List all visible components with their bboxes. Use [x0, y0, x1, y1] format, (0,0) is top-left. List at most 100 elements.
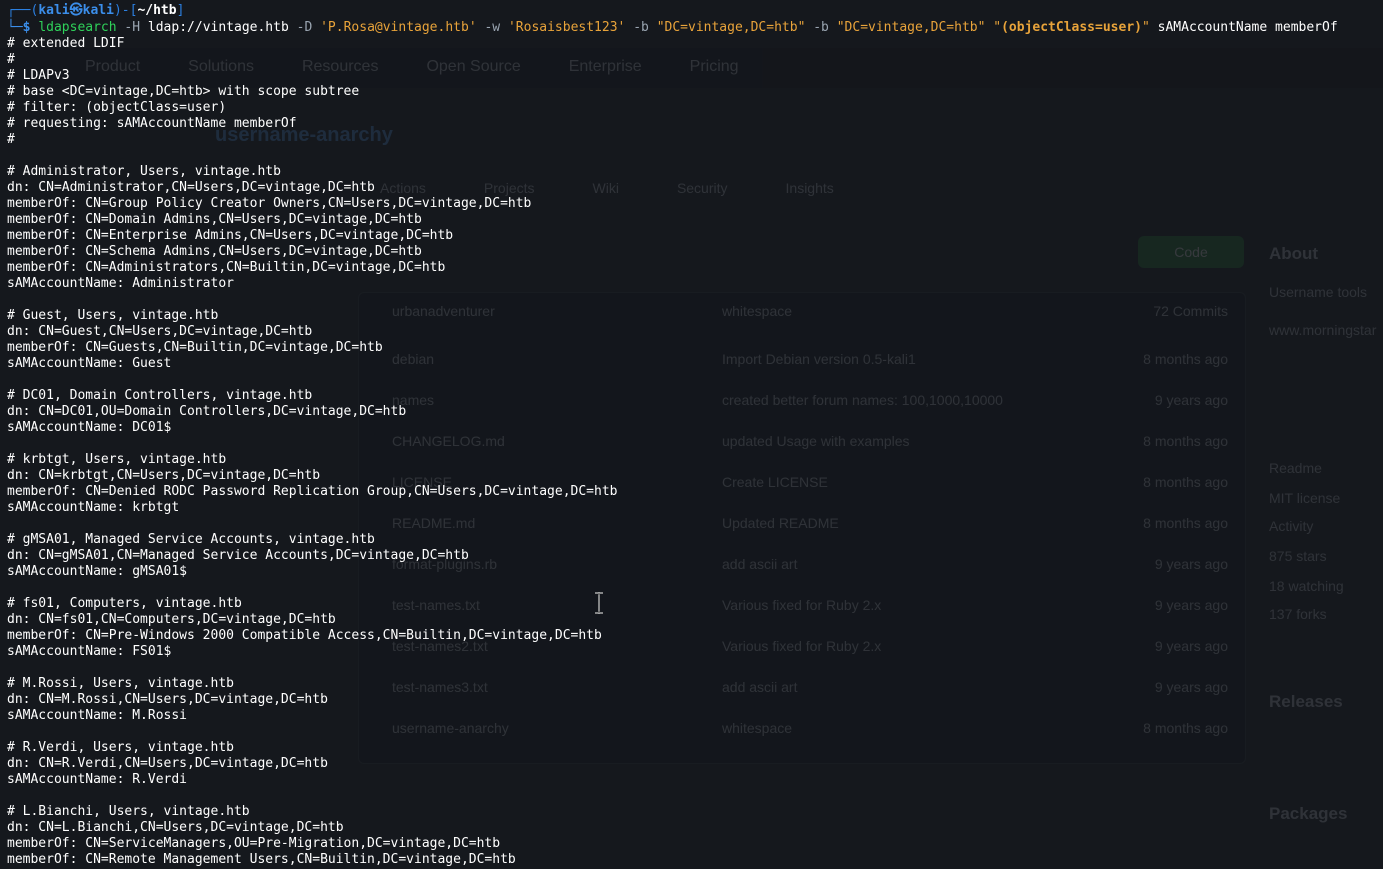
command-flag: -b: [633, 20, 649, 35]
output-line: # gMSA01, Managed Service Accounts, vint…: [7, 532, 375, 547]
output-line: dn: CN=krbtgt,CN=Users,DC=vintage,DC=htb: [7, 468, 321, 483]
ghost-file-row: names created better forum names: 100,100…: [392, 392, 1228, 408]
output-line: memberOf: CN=Domain Admins,CN=Users,DC=v…: [7, 212, 422, 227]
ghost-sidebar-item: Packages: [1269, 804, 1348, 823]
ghost-tab: Projects: [483, 180, 535, 196]
ghost-tab: Wiki: [592, 180, 619, 196]
output-line: sAMAccountName: Administrator: [7, 276, 234, 291]
output-line: dn: CN=R.Verdi,CN=Users,DC=vintage,DC=ht…: [7, 756, 328, 771]
ghost-file-row: test-names3.txt add ascii art 9 years ago: [392, 679, 1228, 695]
output-line: sAMAccountName: M.Rossi: [7, 708, 188, 723]
output-line: memberOf: CN=Enterprise Admins,CN=Users,…: [7, 228, 454, 243]
command-flag: -H: [124, 20, 141, 35]
command-attributes: sAMAccountName memberOf: [1157, 20, 1338, 35]
ghost-tab: Security: [676, 180, 728, 196]
ghost-file-time: 8 months ago: [1143, 433, 1228, 449]
ghost-file-msg: Import Debian version 0.5-kali1: [722, 351, 916, 367]
output-line: dn: CN=Guest,CN=Users,DC=vintage,DC=htb: [7, 324, 313, 339]
ghost-file-name: debian: [392, 351, 435, 367]
output-line: sAMAccountName: gMSA01$: [7, 564, 188, 579]
output-line: sAMAccountName: Guest: [7, 356, 172, 371]
output-line: # requesting: sAMAccountName memberOf: [7, 116, 297, 131]
ghost-file-time: 9 years ago: [1154, 556, 1228, 572]
output-line: sAMAccountName: DC01$: [7, 420, 172, 435]
output-line: dn: CN=DC01,OU=Domain Controllers,DC=vin…: [7, 404, 407, 419]
output-line: #: [7, 52, 15, 67]
ghost-sidebar-item: 137 forks: [1269, 606, 1327, 622]
output-line: # krbtgt, Users, vintage.htb: [7, 452, 227, 467]
output-line: sAMAccountName: R.Verdi: [7, 772, 188, 787]
ghost-file-name: CHANGELOG.md: [392, 433, 505, 449]
command-bind-dn: 'P.Rosa@vintage.htb': [320, 20, 477, 35]
ghost-file-msg: updated Usage with examples: [722, 433, 910, 449]
output-line: memberOf: CN=Denied RODC Password Replic…: [7, 484, 618, 499]
ghost-file-time: 9 years ago: [1154, 679, 1228, 695]
terminal-window[interactable]: Product Solutions Resources Open Source …: [0, 0, 1383, 869]
ghost-nav-item: Pricing: [689, 58, 739, 75]
ghost-file-time: 8 months ago: [1143, 351, 1228, 367]
command-uri: ldap://vintage.htb: [147, 20, 289, 35]
output-line: sAMAccountName: FS01$: [7, 644, 172, 659]
command-filter: (objectClass=user): [1001, 20, 1142, 35]
ghost-file-time: 9 years ago: [1154, 597, 1228, 613]
output-line: memberOf: CN=Guests,CN=Builtin,DC=vintag…: [7, 340, 383, 355]
ghost-tabs: Actions Projects Wiki Security Insights: [380, 180, 834, 196]
ghost-file-time: 8 months ago: [1143, 515, 1228, 531]
ghost-file-name: names: [392, 392, 435, 408]
ghost-file-row: test-names.txt Various fixed for Ruby 2.x…: [392, 597, 1228, 613]
command-base: "DC=vintage,DC=htb": [656, 20, 806, 35]
command-flag: -D: [296, 20, 313, 35]
ghost-file-time: 8 months ago: [1143, 720, 1228, 736]
ghost-file-msg: Updated README: [722, 515, 839, 531]
ghost-file-row: debian Import Debian version 0.5-kali1 8 m…: [392, 351, 1228, 367]
ghost-sidebar-item: www.morningstar: [1269, 322, 1377, 338]
output-line: dn: CN=fs01,CN=Computers,DC=vintage,DC=h…: [7, 612, 336, 627]
output-line: # LDAPv3: [7, 68, 70, 83]
prompt-line: ┌──(kali㉿kali)-[~/htb]: [7, 3, 184, 19]
output-line: # filter: (objectClass=user): [7, 100, 227, 115]
output-line: # DC01, Domain Controllers, vintage.htb: [7, 388, 313, 403]
command-binary: ldapsearch: [38, 20, 117, 35]
ghost-sidebar-item: Username tools: [1269, 284, 1368, 300]
ghost-tab: Actions: [380, 180, 426, 196]
ghost-file-msg: whitespace: [722, 720, 793, 736]
output-line: #: [7, 132, 15, 147]
ghost-file-msg: whitespace: [722, 303, 793, 319]
ghost-file-row: README.md Updated README 8 months ago: [392, 515, 1228, 531]
prompt-user: kali: [38, 3, 70, 18]
command-flag: -w: [484, 20, 501, 35]
ghost-nav-item: Solutions: [188, 58, 254, 75]
ghost-file-time: 9 years ago: [1154, 392, 1228, 408]
ghost-file-msg: Various fixed for Ruby 2.x: [722, 638, 882, 654]
ghost-nav: Product Solutions Resources Open Source …: [85, 58, 739, 76]
command-line[interactable]: └─$ ldapsearch -H ldap://vintage.htb -D …: [7, 20, 1338, 36]
output-line: memberOf: CN=Schema Admins,CN=Users,DC=v…: [7, 244, 422, 259]
prompt-host: kali: [82, 3, 114, 18]
command-filter-quote: ": [1141, 20, 1150, 35]
output-line: memberOf: CN=Pre-Windows 2000 Compatible…: [7, 628, 602, 643]
output-line: # base <DC=vintage,DC=htb> with scope su…: [7, 84, 360, 99]
prompt-mid: )-[: [113, 3, 138, 18]
output-line: # fs01, Computers, vintage.htb: [7, 596, 242, 611]
ghost-file-name: README.md: [392, 515, 476, 531]
ghost-nav-item: Enterprise: [568, 58, 642, 75]
ghost-sidebar-item: Activity: [1269, 518, 1314, 534]
prompt-directory: ~/htb: [137, 3, 177, 18]
prompt-separator: ㉿: [69, 3, 83, 18]
ghost-file-name: username-anarchy: [392, 720, 509, 736]
text-cursor-icon: [595, 592, 603, 614]
prompt-arrow: └─$: [7, 20, 31, 35]
ghost-nav-bar: [0, 48, 1383, 88]
output-line: memberOf: CN=Remote Management Users,CN=…: [7, 852, 516, 867]
output-line: # M.Rossi, Users, vintage.htb: [7, 676, 234, 691]
output-line: dn: CN=Administrator,CN=Users,DC=vintage…: [7, 180, 375, 195]
ghost-nav-item: Resources: [301, 58, 379, 75]
ghost-file-row: urbanadventurer whitespace 72 Commits: [392, 303, 1228, 319]
output-line: # L.Bianchi, Users, vintage.htb: [7, 804, 250, 819]
ghost-file-row: CHANGELOG.md updated Usage with examples 8…: [392, 433, 1228, 449]
command-flag: -b: [813, 20, 829, 35]
ghost-file-row: username-anarchy whitespace 8 months ago: [392, 720, 1228, 736]
output-line: memberOf: CN=Administrators,CN=Builtin,D…: [7, 260, 446, 275]
ghost-file-name: urbanadventurer: [392, 303, 495, 319]
output-line: # Administrator, Users, vintage.htb: [7, 164, 281, 179]
